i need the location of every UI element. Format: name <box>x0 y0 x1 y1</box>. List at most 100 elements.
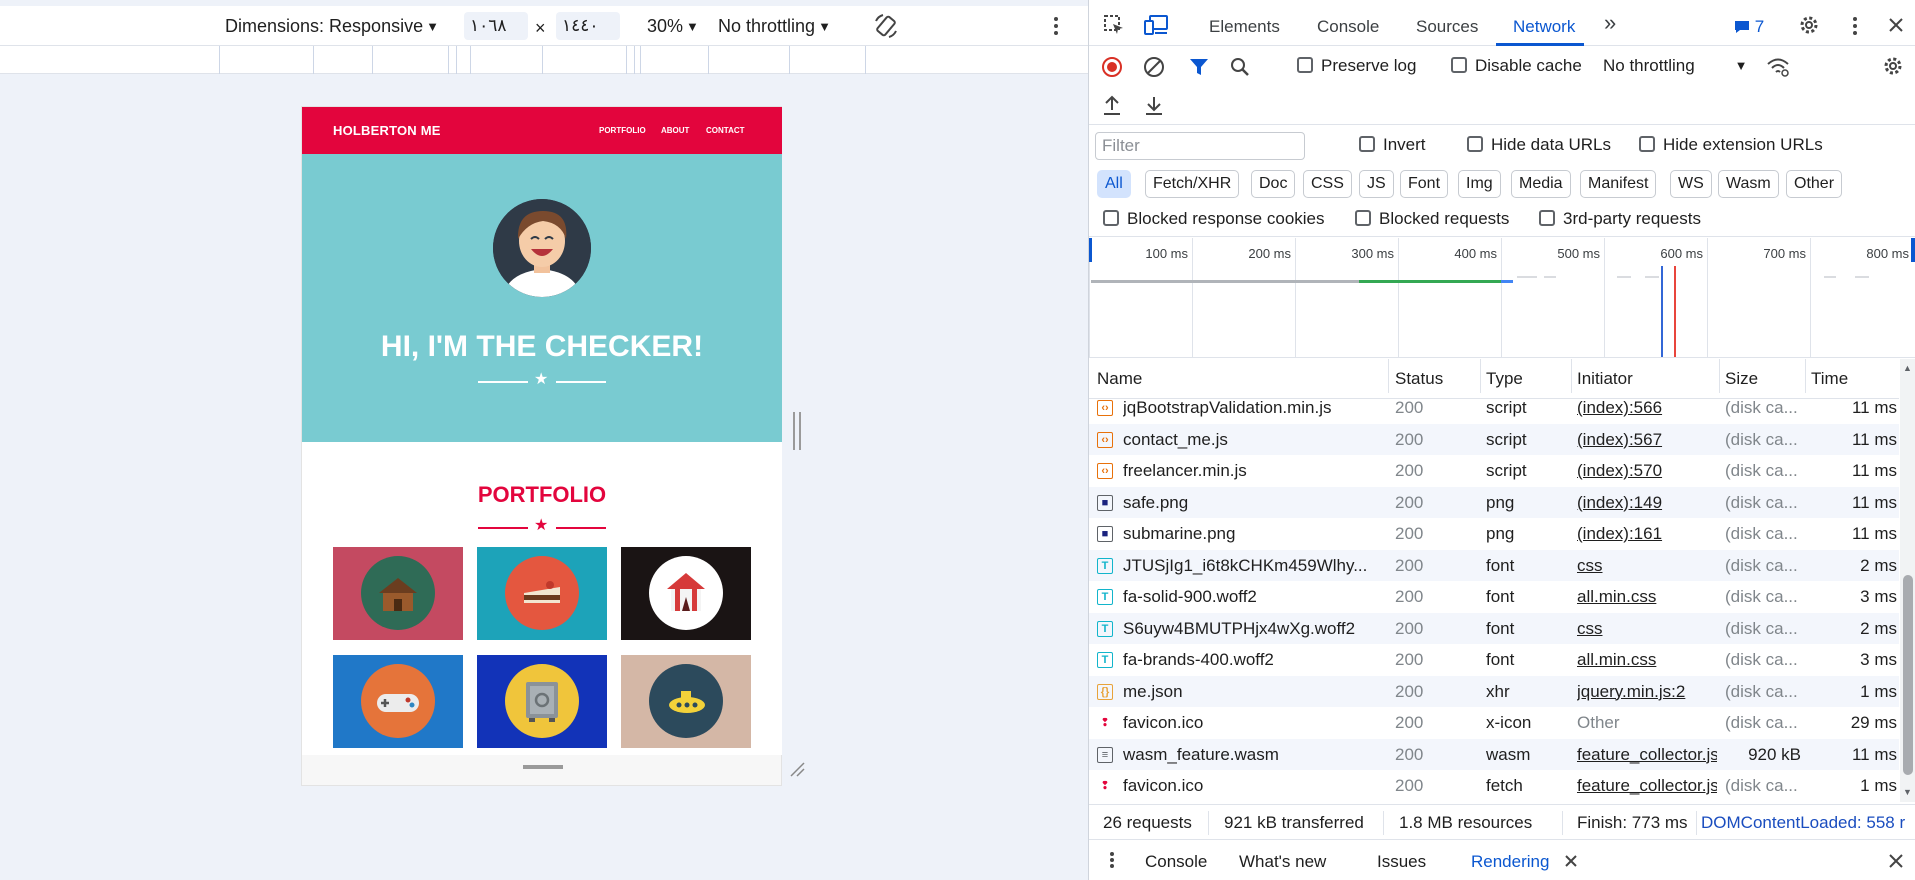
type-filter-doc[interactable]: Doc <box>1251 170 1296 198</box>
disable-cache-checkbox[interactable]: Disable cache <box>1451 56 1582 76</box>
network-throttling-dropdown[interactable]: No throttling ▼ <box>1603 56 1748 76</box>
table-row[interactable]: ‹› jqBootstrapValidation.min.js 200 script (… <box>1089 392 1899 424</box>
inspect-element-icon[interactable] <box>1103 14 1125 36</box>
cell-initiator[interactable]: css <box>1577 619 1717 639</box>
close-devtools-icon[interactable] <box>1887 16 1905 34</box>
table-row[interactable]: ❢ favicon.ico 200 fetch feature_collector.js… <box>1089 770 1899 802</box>
more-tabs-button[interactable]: » <box>1604 12 1616 34</box>
type-filter-media[interactable]: Media <box>1511 170 1571 198</box>
third-party-requests-checkbox[interactable]: 3rd-party requests <box>1539 209 1701 229</box>
column-type[interactable]: Type <box>1486 369 1523 389</box>
column-initiator[interactable]: Initiator <box>1577 369 1633 389</box>
timeline-left-handle[interactable] <box>1089 238 1092 262</box>
scroll-down-icon[interactable]: ▼ <box>1903 787 1912 797</box>
drawer-tab-console[interactable]: Console <box>1145 852 1207 872</box>
resize-corner-icon[interactable] <box>789 761 805 777</box>
resize-handle-bottom[interactable] <box>523 765 563 769</box>
column-status[interactable]: Status <box>1395 369 1443 389</box>
cell-initiator[interactable]: (index):570 <box>1577 461 1717 481</box>
site-brand[interactable]: HOLBERTON ME <box>333 123 441 138</box>
table-row[interactable]: ■ safe.png 200 png (index):149 (disk ca... 11 … <box>1089 486 1899 518</box>
customize-menu-icon[interactable] <box>1851 16 1859 36</box>
table-row[interactable]: Tfa-brands-400.woff2 200 font all.min.css (d… <box>1089 644 1899 676</box>
type-filter-font[interactable]: Font <box>1400 170 1449 198</box>
close-drawer-icon[interactable] <box>1889 854 1903 868</box>
blocked-response-cookies-checkbox[interactable]: Blocked response cookies <box>1103 209 1325 229</box>
cell-initiator[interactable]: (index):567 <box>1577 430 1717 450</box>
network-conditions-icon[interactable] <box>1766 56 1790 78</box>
nav-link-portfolio[interactable]: PORTFOLIO <box>599 126 646 135</box>
portfolio-item-cabin[interactable] <box>333 547 463 640</box>
height-input[interactable]: ١٤٤٠ <box>556 12 620 40</box>
table-row[interactable]: ≡ wasm_feature.wasm 200 wasm feature_collect… <box>1089 738 1899 770</box>
export-har-icon[interactable] <box>1144 94 1164 116</box>
portfolio-item-game[interactable] <box>333 655 463 748</box>
dimensions-dropdown[interactable]: Dimensions: Responsive ▼ <box>225 14 439 38</box>
timeline-right-handle[interactable] <box>1911 238 1915 262</box>
network-settings-gear-icon[interactable] <box>1882 55 1904 77</box>
cell-initiator[interactable]: (index):161 <box>1577 524 1717 544</box>
cell-initiator[interactable]: (index):149 <box>1577 493 1717 513</box>
type-filter-js[interactable]: JS <box>1359 170 1394 198</box>
rotate-icon[interactable] <box>873 13 899 39</box>
cell-initiator[interactable]: all.min.css <box>1577 587 1717 607</box>
network-overview-timeline[interactable]: 100 ms 200 ms 300 ms 400 ms 500 ms 600 m… <box>1089 238 1915 358</box>
table-row[interactable]: {} me.json 200 xhr jquery.min.js:2 (disk ca..… <box>1089 675 1899 707</box>
scrollbar-thumb[interactable] <box>1903 575 1913 775</box>
requests-scrollbar[interactable]: ▲ ▼ <box>1900 359 1915 802</box>
close-rendering-tab-icon[interactable] <box>1565 855 1577 867</box>
portfolio-item-circus[interactable] <box>621 547 751 640</box>
nav-link-contact[interactable]: CONTACT <box>706 126 745 135</box>
clear-icon[interactable] <box>1143 56 1165 78</box>
hide-data-urls-checkbox[interactable]: Hide data URLs <box>1467 135 1611 155</box>
invert-checkbox[interactable]: Invert <box>1359 135 1426 155</box>
table-row[interactable]: T S6uyw4BMUTPHjx4wXg.woff2 200 font css (disk… <box>1089 612 1899 644</box>
more-options-icon[interactable] <box>1052 16 1060 36</box>
import-har-icon[interactable] <box>1102 94 1122 116</box>
cell-initiator[interactable]: feature_collector.js <box>1577 745 1717 765</box>
drawer-menu-icon[interactable] <box>1109 851 1115 869</box>
table-row[interactable]: ‹› contact_me.js 200 script (index):567 (disk… <box>1089 423 1899 455</box>
column-size[interactable]: Size <box>1725 369 1758 389</box>
portfolio-item-safe[interactable] <box>477 655 607 748</box>
column-name[interactable]: Name <box>1097 369 1142 389</box>
messages-badge[interactable]: 7 <box>1734 16 1764 38</box>
resize-handle-right[interactable] <box>793 412 801 450</box>
nav-link-about[interactable]: ABOUT <box>661 126 689 135</box>
drawer-tab-issues[interactable]: Issues <box>1377 852 1426 872</box>
type-filter-wasm[interactable]: Wasm <box>1718 170 1779 198</box>
width-input[interactable]: ١٠٦٨ <box>464 12 528 40</box>
record-stop-icon[interactable] <box>1101 56 1123 78</box>
cell-initiator[interactable]: all.min.css <box>1577 650 1717 670</box>
preserve-log-checkbox[interactable]: Preserve log <box>1297 56 1416 76</box>
type-filter-other[interactable]: Other <box>1786 170 1843 198</box>
cell-initiator[interactable]: jquery.min.js:2 <box>1577 682 1717 702</box>
type-filter-manifest[interactable]: Manifest <box>1580 170 1657 198</box>
table-row[interactable]: T JTUSjIg1_i6t8kCHKm459Wlhy... 200 font css (… <box>1089 549 1899 581</box>
search-icon[interactable] <box>1230 57 1250 77</box>
throttling-dropdown[interactable]: No throttling ▼ <box>718 14 831 38</box>
filter-input[interactable]: Filter <box>1095 132 1305 160</box>
cell-initiator[interactable]: feature_collector.js <box>1577 776 1717 796</box>
tab-console[interactable]: Console <box>1317 16 1379 38</box>
type-filter-css[interactable]: CSS <box>1303 170 1352 198</box>
type-filter-img[interactable]: Img <box>1458 170 1501 198</box>
type-filter-fetch-xhr[interactable]: Fetch/XHR <box>1145 170 1240 198</box>
table-row[interactable]: ■ submarine.png 200 png (index):161 (disk ca.… <box>1089 518 1899 550</box>
portfolio-item-cake[interactable] <box>477 547 607 640</box>
column-time[interactable]: Time <box>1811 369 1848 389</box>
hide-extension-urls-checkbox[interactable]: Hide extension URLs <box>1639 135 1823 155</box>
settings-gear-icon[interactable] <box>1798 14 1820 36</box>
tab-sources[interactable]: Sources <box>1416 16 1478 38</box>
table-row[interactable]: ❢ favicon.ico 200 x-icon Other (disk ca... 29 … <box>1089 707 1899 739</box>
drawer-tab-whats-new[interactable]: What's new <box>1239 852 1326 872</box>
cell-initiator[interactable]: Other <box>1577 713 1717 733</box>
scroll-up-icon[interactable]: ▲ <box>1903 363 1912 373</box>
type-filter-all[interactable]: All <box>1097 170 1131 198</box>
table-row[interactable]: Tfa-solid-900.woff2 200 font all.min.css (di… <box>1089 581 1899 613</box>
drawer-tab-rendering[interactable]: Rendering <box>1471 852 1549 872</box>
cell-initiator[interactable]: (index):566 <box>1577 398 1717 418</box>
table-row[interactable]: ‹› freelancer.min.js 200 script (index):570 (… <box>1089 455 1899 487</box>
tab-network[interactable]: Network <box>1513 16 1575 38</box>
device-toggle-icon[interactable] <box>1143 13 1169 37</box>
